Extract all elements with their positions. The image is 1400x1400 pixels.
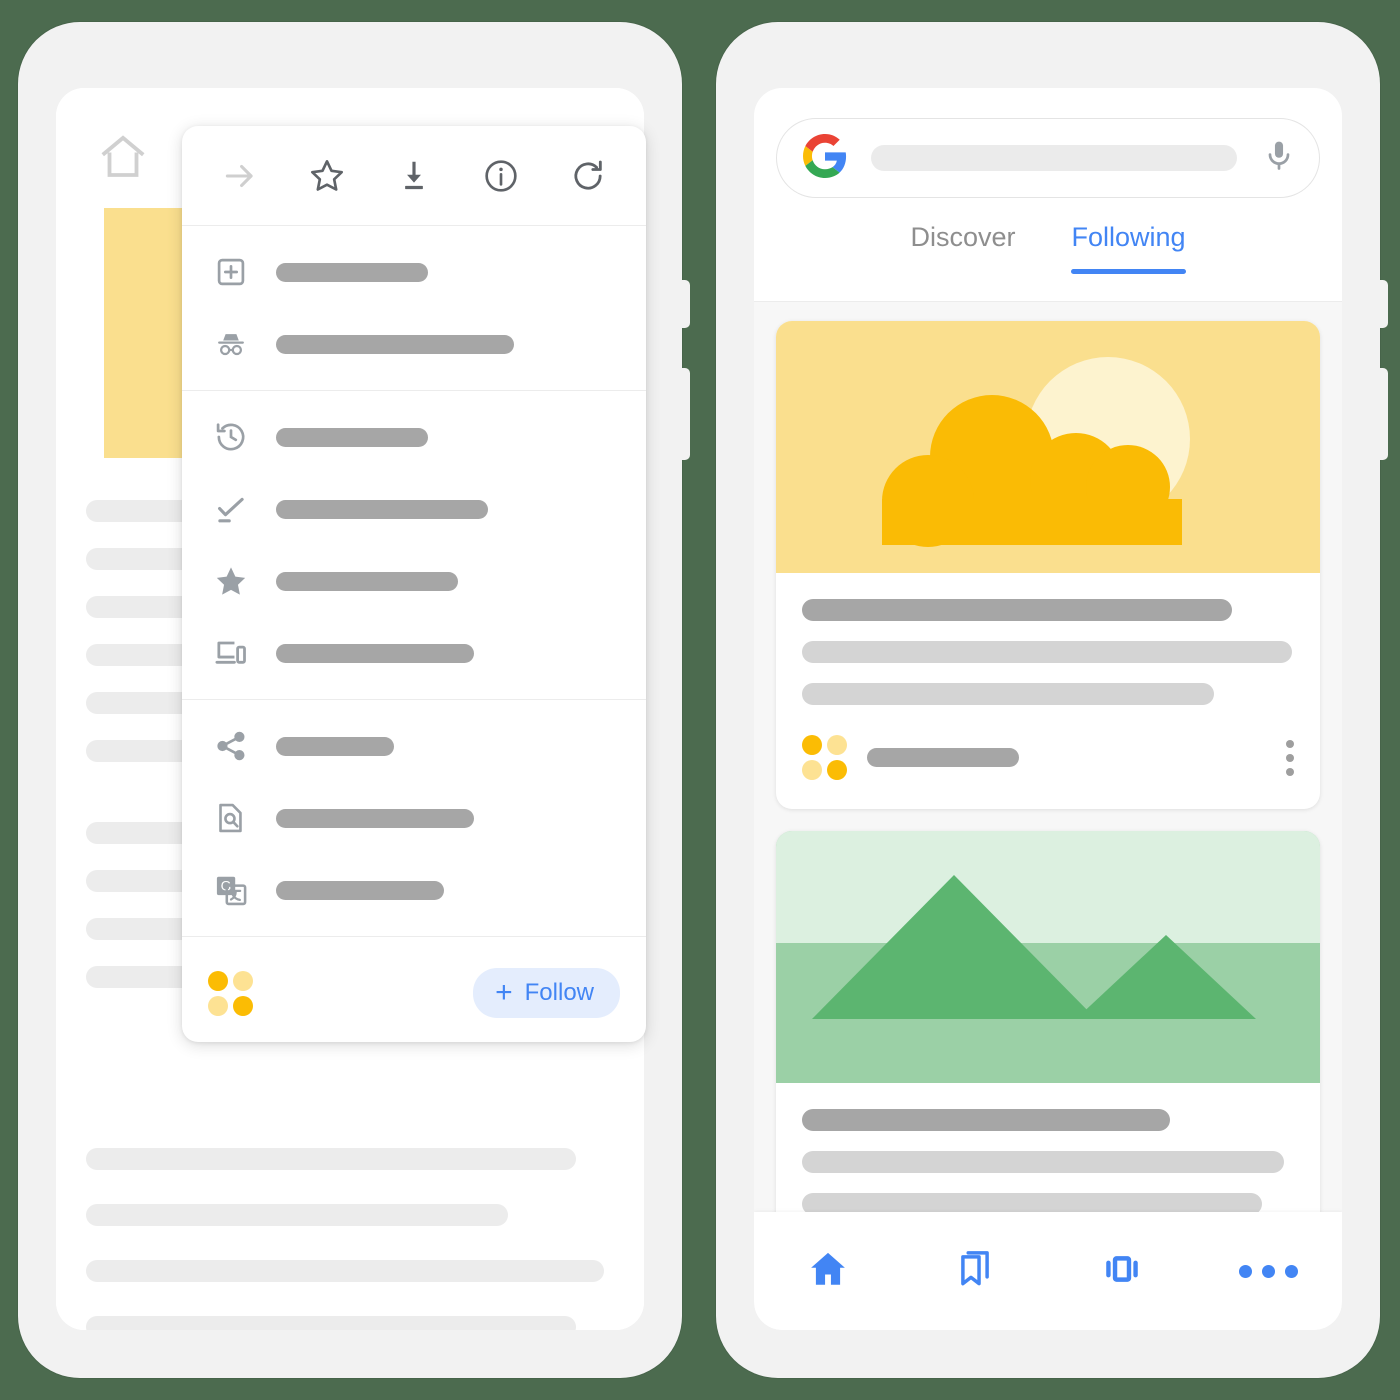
- four-dot-site-icon: [208, 970, 253, 1016]
- menu-quick-actions: [182, 126, 646, 226]
- tab-label: Discover: [910, 222, 1016, 252]
- new-tab-icon: [208, 249, 254, 295]
- card-text-skeleton: [802, 641, 1292, 663]
- follow-button-label: Follow: [524, 979, 594, 1006]
- bottom-navigation-bar: [754, 1212, 1342, 1330]
- feed-list[interactable]: [754, 303, 1342, 1212]
- forward-arrow-icon[interactable]: [212, 148, 268, 204]
- menu-item-label: [276, 499, 488, 519]
- menu-group-page-actions: G: [182, 699, 646, 936]
- menu-item-label: [276, 643, 474, 663]
- find-in-page-icon: [208, 795, 254, 841]
- phone-right-volume-button[interactable]: [1378, 280, 1388, 328]
- nav-more-button[interactable]: [1233, 1235, 1305, 1307]
- menu-group-library: [182, 390, 646, 699]
- mountain-illustration: [776, 831, 1320, 1083]
- more-dots-icon: [1239, 1264, 1298, 1278]
- weather-card-text: [776, 573, 1320, 705]
- bookmarks-icon: [953, 1247, 997, 1296]
- menu-item-label: [276, 571, 458, 591]
- screenshot-stage: G + Follow Discover Following: [0, 0, 1400, 1400]
- menu-item-label: [276, 808, 474, 828]
- skeleton-line: [86, 1316, 576, 1330]
- tab-underline: [1071, 269, 1186, 274]
- menu-item-history[interactable]: [182, 401, 646, 473]
- menu-item-label: [276, 427, 428, 447]
- card-text-skeleton: [802, 683, 1214, 705]
- tab-following[interactable]: Following: [1071, 222, 1186, 292]
- desktop-site-icon: [208, 630, 254, 676]
- menu-item-find-in-page[interactable]: [182, 782, 646, 854]
- microphone-icon[interactable]: [1261, 138, 1297, 179]
- search-bar[interactable]: [776, 118, 1320, 198]
- tab-discover[interactable]: Discover: [910, 222, 1015, 271]
- nav-home-button[interactable]: [792, 1235, 864, 1307]
- skeleton-line: [86, 1204, 508, 1226]
- download-icon[interactable]: [386, 148, 442, 204]
- right-phone-screen: Discover Following: [754, 88, 1342, 1330]
- menu-item-label: [276, 880, 444, 900]
- menu-item-label: [276, 262, 428, 282]
- reload-icon[interactable]: [560, 148, 616, 204]
- menu-group-tabs: [182, 226, 646, 390]
- nav-recent-tabs-button[interactable]: [1086, 1235, 1158, 1307]
- menu-item-label: [276, 736, 394, 756]
- translate-icon: G: [208, 867, 254, 913]
- skeleton-line: [86, 1260, 604, 1282]
- menu-item-desktop-site[interactable]: [182, 617, 646, 689]
- phone-left-power-button[interactable]: [680, 368, 690, 460]
- mountain-card-text: [776, 1083, 1320, 1212]
- menu-item-follow-site[interactable]: + Follow: [182, 947, 646, 1039]
- menu-item-translate[interactable]: G: [182, 854, 646, 926]
- google-g-icon: [803, 133, 847, 183]
- home-icon[interactable]: [96, 130, 150, 189]
- mountain-card[interactable]: [776, 831, 1320, 1212]
- menu-item-downloads[interactable]: [182, 473, 646, 545]
- card-title-skeleton: [802, 599, 1232, 621]
- history-icon: [208, 414, 254, 460]
- card-title-skeleton: [802, 1109, 1170, 1131]
- plus-icon: +: [495, 976, 513, 1009]
- share-icon: [208, 723, 254, 769]
- discover-header: Discover Following: [754, 88, 1342, 302]
- star-filled-icon: [208, 558, 254, 604]
- tab-label: Following: [1071, 222, 1186, 252]
- card-text-skeleton: [802, 1151, 1284, 1173]
- skeleton-line: [86, 1148, 576, 1170]
- menu-group-follow: + Follow: [182, 936, 646, 1049]
- phone-left: G + Follow: [18, 22, 690, 1378]
- phone-right: Discover Following: [716, 22, 1388, 1378]
- home-filled-icon: [806, 1247, 850, 1296]
- weather-illustration: [776, 321, 1320, 573]
- kebab-menu-icon[interactable]: [1286, 739, 1294, 776]
- browser-overflow-menu[interactable]: G + Follow: [182, 126, 646, 1042]
- follow-button[interactable]: + Follow: [473, 968, 620, 1018]
- four-dot-site-icon: [802, 735, 847, 780]
- feed-tabs: Discover Following: [754, 222, 1342, 292]
- phone-left-volume-button[interactable]: [680, 280, 690, 328]
- card-source-label: [867, 748, 1019, 767]
- weather-card[interactable]: [776, 321, 1320, 809]
- menu-item-share[interactable]: [182, 710, 646, 782]
- info-circle-icon[interactable]: [473, 148, 529, 204]
- weather-card-footer: [776, 725, 1320, 780]
- incognito-icon: [208, 321, 254, 367]
- phone-right-power-button[interactable]: [1378, 368, 1388, 460]
- menu-item-new-tab[interactable]: [182, 236, 646, 308]
- card-text-skeleton: [802, 1193, 1262, 1212]
- nav-bookmarks-button[interactable]: [939, 1235, 1011, 1307]
- menu-item-bookmarks[interactable]: [182, 545, 646, 617]
- star-outline-icon[interactable]: [299, 148, 355, 204]
- search-input[interactable]: [871, 145, 1237, 171]
- menu-item-label: [276, 334, 514, 354]
- recent-tabs-icon: [1100, 1247, 1144, 1296]
- downloads-check-icon: [208, 486, 254, 532]
- menu-item-new-incognito-tab[interactable]: [182, 308, 646, 380]
